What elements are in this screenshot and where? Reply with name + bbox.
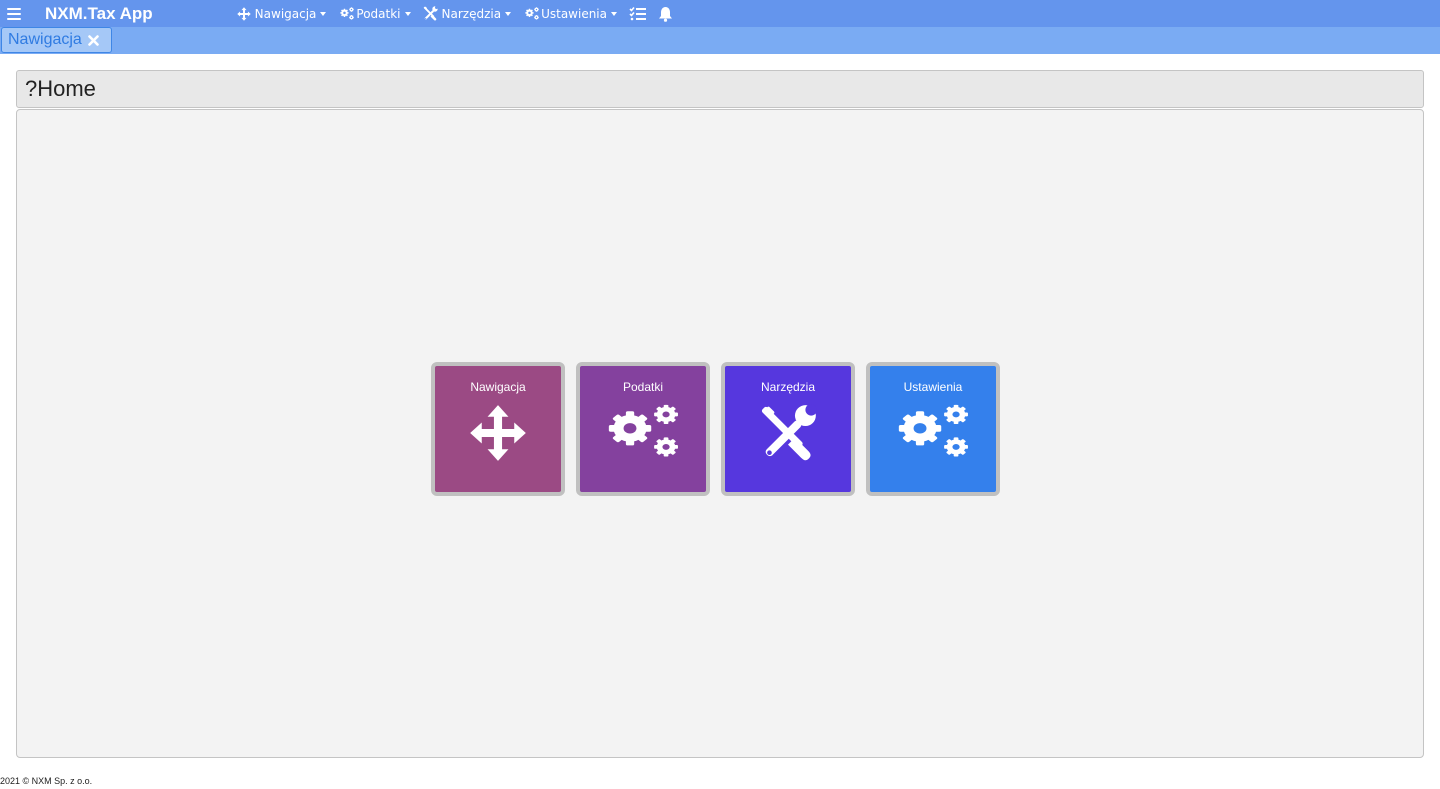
tile-label: Nawigacja <box>470 380 526 394</box>
close-icon[interactable] <box>88 34 99 46</box>
move-arrows-icon <box>469 404 527 462</box>
caret-down-icon <box>320 11 327 16</box>
bell-icon <box>659 6 672 22</box>
tile-narzedzia[interactable]: Narzędzia <box>721 362 855 496</box>
tile-ustawienia[interactable]: Ustawienia <box>866 362 1000 496</box>
tools-icon <box>423 6 438 21</box>
app-title[interactable]: NXM.Tax App <box>45 4 153 24</box>
menu-item-label: Ustawienia <box>541 6 607 21</box>
tools-icon <box>759 404 817 462</box>
cogs-icon <box>523 7 541 21</box>
caret-down-icon <box>611 11 617 16</box>
hamburger-icon[interactable] <box>7 7 21 21</box>
tile-label: Podatki <box>622 380 664 394</box>
cogs-icon <box>607 404 679 462</box>
tasks-list-button[interactable] <box>629 6 646 21</box>
tab-label: Nawigacja <box>8 31 82 48</box>
cogs-icon <box>897 404 969 462</box>
tile-grid: Nawigacja Podatki Narzędzia Ustawienia <box>431 362 1011 496</box>
tile-podatki[interactable]: Podatki <box>576 362 710 496</box>
caret-down-icon <box>505 11 512 16</box>
page-title: ?Home <box>25 76 96 101</box>
menu-item-label: Narzędzia <box>441 6 502 21</box>
tile-nawigacja[interactable]: Nawigacja <box>431 362 565 496</box>
top-navbar: NXM.Tax App Nawigacja Podatki Narzędzia … <box>0 0 1440 27</box>
cogs-icon <box>338 7 356 21</box>
menu-item-label: Podatki <box>356 6 401 21</box>
menu-item-ustawienia[interactable]: Ustawienia <box>523 7 617 21</box>
tab-nawigacja[interactable]: Nawigacja <box>1 27 112 53</box>
caret-down-icon <box>404 11 411 16</box>
tile-label: Narzędzia <box>760 380 816 394</box>
page-header: ?Home <box>16 70 1424 108</box>
main-panel: Nawigacja Podatki Narzędzia Ustawienia <box>16 109 1424 758</box>
menu-item-label: Nawigacja <box>254 6 317 21</box>
tab-bar: Nawigacja <box>0 27 1440 54</box>
footer-copyright: 2021 © NXM Sp. z o.o. <box>0 776 93 786</box>
menu-item-narzedzia[interactable]: Narzędzia <box>423 6 512 21</box>
tasks-list-icon <box>629 6 646 21</box>
main-menu: Nawigacja Podatki Narzędzia Ustawienia <box>237 0 685 27</box>
move-arrows-icon <box>237 7 251 21</box>
menu-item-podatki[interactable]: Podatki <box>338 6 411 21</box>
notifications-button[interactable] <box>658 6 673 22</box>
menu-item-nawigacja[interactable]: Nawigacja <box>237 7 327 21</box>
tile-label: Ustawienia <box>903 380 963 394</box>
